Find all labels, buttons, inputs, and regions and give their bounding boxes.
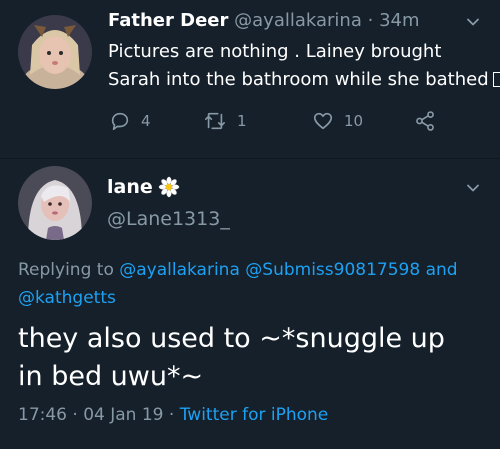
reply-button[interactable]: 4 xyxy=(109,110,151,132)
replying-prefix: Replying to xyxy=(18,260,114,280)
tweet-text: they also used to ~*snuggle up in bed uw… xyxy=(18,320,488,396)
replying-to: Replying to @ayallakarina @Submiss908175… xyxy=(18,256,488,312)
chevron-down-icon[interactable] xyxy=(466,15,480,29)
like-button[interactable]: 10 xyxy=(312,110,363,132)
avatar[interactable] xyxy=(18,15,92,89)
display-name[interactable]: lane xyxy=(107,176,180,198)
chevron-down-icon[interactable] xyxy=(466,181,480,195)
share-button[interactable] xyxy=(414,110,446,132)
user-handle[interactable]: @ayallakarina xyxy=(234,10,362,31)
tweet-text-line: they also used to ~*snuggle up xyxy=(18,323,445,354)
mention-link[interactable]: @kathgetts xyxy=(18,288,116,308)
like-count: 10 xyxy=(344,112,364,130)
tweet-header: Father Deer @ayallakarina · 34m xyxy=(108,10,420,31)
tweet-source-link[interactable]: Twitter for iPhone xyxy=(180,405,329,425)
display-name[interactable]: Father Deer xyxy=(108,10,228,31)
reply-count: 4 xyxy=(141,112,151,130)
tweet-text-line: in bed uwu*~ xyxy=(18,361,204,392)
separator: · xyxy=(168,405,175,425)
separator: · xyxy=(367,10,374,31)
tweet-text-line: Sarah into the bathroom while she bathed xyxy=(108,69,489,90)
tweet-date[interactable]: 04 Jan 19 xyxy=(83,405,163,425)
mention-link[interactable]: @Submiss90817598 xyxy=(245,260,420,280)
display-name-text: lane xyxy=(107,176,153,198)
user-handle[interactable]: @Lane1313_ xyxy=(107,208,230,230)
tweet-metadata: 17:46 · 04 Jan 19 · Twitter for iPhone xyxy=(18,405,328,425)
tweet-text: Pictures are nothing . Lainey brought Sa… xyxy=(108,38,500,94)
retweet-count: 1 xyxy=(237,112,247,130)
daisy-icon xyxy=(158,176,179,198)
separator: · xyxy=(72,405,78,425)
avatar[interactable] xyxy=(18,166,92,240)
tweet-actions: 4 1 10 xyxy=(0,110,500,134)
replying-and[interactable]: and xyxy=(426,260,458,280)
mention-link[interactable]: @ayallakarina xyxy=(119,260,240,280)
tweet-text-line: Pictures are nothing . Lainey brought xyxy=(108,41,442,62)
share-icon xyxy=(416,111,434,131)
timestamp[interactable]: 34m xyxy=(379,10,419,31)
missing-emoji-icon xyxy=(492,72,500,87)
retweet-icon xyxy=(205,112,225,130)
heart-icon xyxy=(313,112,333,130)
tweet-time[interactable]: 17:46 xyxy=(18,405,67,425)
parent-tweet[interactable]: Father Deer @ayallakarina · 34m Pictures… xyxy=(0,0,500,160)
reply-icon xyxy=(111,112,129,131)
divider xyxy=(0,158,500,159)
retweet-button[interactable]: 1 xyxy=(203,110,247,132)
